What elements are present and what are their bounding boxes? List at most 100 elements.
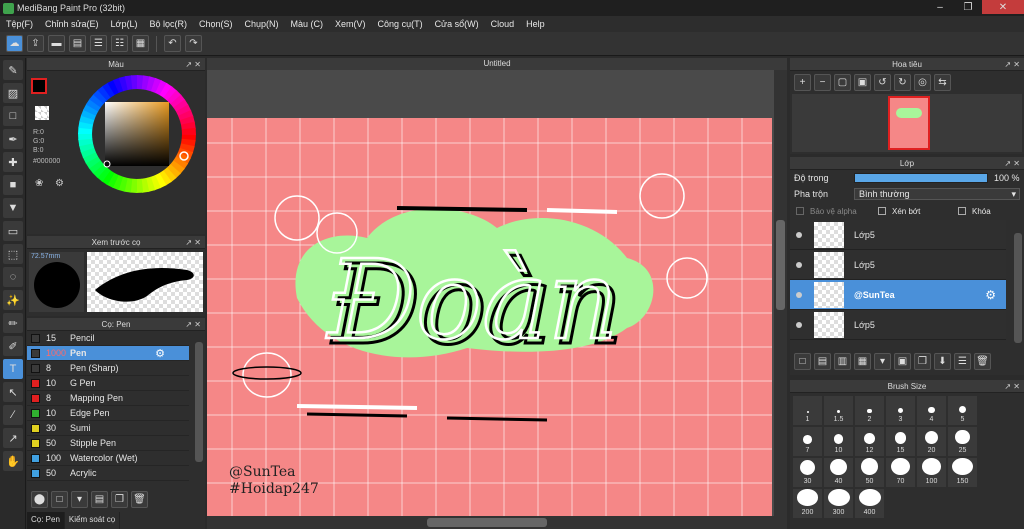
brush-size-cell[interactable]: 15 xyxy=(886,427,915,456)
layer-row[interactable]: Lớp5 xyxy=(790,220,1006,250)
document-icon[interactable]: ☰ xyxy=(90,35,107,52)
rotate-left-icon[interactable]: ↺ xyxy=(874,74,891,91)
brush-size-cell[interactable]: 300 xyxy=(824,489,853,518)
layer-row[interactable]: Lớp5 xyxy=(790,250,1006,280)
brush-item[interactable]: 100 Watercolor (Wet) xyxy=(27,451,189,466)
panel-controls-icon[interactable]: ↗ ✕ xyxy=(1004,157,1020,170)
add-brush-icon[interactable]: ⬤ xyxy=(31,490,48,508)
text-tool-icon[interactable]: T xyxy=(3,359,23,379)
brush-item[interactable]: 30 Sumi xyxy=(27,421,189,436)
brush-item[interactable]: 10 G Pen xyxy=(27,376,189,391)
rotate-right-icon[interactable]: ↻ xyxy=(894,74,911,91)
brush-size-cell[interactable]: 40 xyxy=(824,458,853,487)
move-tool-icon[interactable]: ✚ xyxy=(3,152,23,172)
brush-item[interactable]: 8 Mapping Pen xyxy=(27,391,189,406)
new-1bit-layer-icon[interactable]: ▦ xyxy=(854,353,871,370)
undo-icon[interactable]: ↶ xyxy=(164,35,181,52)
panel-controls-icon[interactable]: ↗ ✕ xyxy=(185,236,201,249)
eye-icon[interactable] xyxy=(796,291,802,298)
menu-cloud[interactable]: Cloud xyxy=(485,19,521,29)
layer-list-scrollbar[interactable] xyxy=(1014,233,1022,343)
panel-controls-icon[interactable]: ↗ ✕ xyxy=(1004,58,1020,71)
brush-size-cell[interactable]: 25 xyxy=(948,427,977,456)
zoom-in-icon[interactable]: + xyxy=(794,74,811,91)
brush-size-cell[interactable]: 150 xyxy=(948,458,977,487)
menu-edit[interactable]: Chỉnh sửa(E) xyxy=(39,19,105,29)
new-halftone-layer-icon[interactable]: ▤ xyxy=(814,353,831,370)
document-tab[interactable]: Untitled xyxy=(207,58,787,70)
layer-row[interactable]: @SunTea ⚙ xyxy=(790,280,1006,310)
fit-icon[interactable]: ▢ xyxy=(834,74,851,91)
gear-icon[interactable]: ⚙ xyxy=(155,347,165,360)
brush-size-cell[interactable]: 1.5 xyxy=(824,396,853,425)
brush-size-cell[interactable]: 7 xyxy=(793,427,822,456)
color-wheel[interactable] xyxy=(77,74,197,194)
horizontal-scroll-thumb[interactable] xyxy=(427,518,547,527)
new-brush-icon[interactable]: □ xyxy=(51,490,68,508)
protect-alpha-checkbox[interactable] xyxy=(796,207,804,215)
eraser-tool-icon[interactable]: ▨ xyxy=(3,83,23,103)
minimize-button[interactable]: – xyxy=(926,0,954,14)
brush-item[interactable]: 8 Pen (Sharp) xyxy=(27,361,189,376)
menu-view[interactable]: Xem(V) xyxy=(329,19,372,29)
pen-tool-icon[interactable]: ✒ xyxy=(3,129,23,149)
reset-rotate-icon[interactable]: ◎ xyxy=(914,74,931,91)
menu-filter[interactable]: Bộ lọc(R) xyxy=(143,19,193,29)
bucket-tool-icon[interactable]: ▼ xyxy=(3,198,23,218)
menu-select[interactable]: Chọn(S) xyxy=(193,19,239,29)
divide-tool-icon[interactable]: ∕ xyxy=(3,405,23,425)
zoom-out-icon[interactable]: − xyxy=(814,74,831,91)
brush-size-cell[interactable]: 2 xyxy=(855,396,884,425)
brush-item[interactable]: 1000 Pen ⚙ xyxy=(27,346,189,361)
menu-help[interactable]: Help xyxy=(520,19,551,29)
tab-brush[interactable]: Cọ: Pen xyxy=(27,512,65,529)
brush-tool-icon[interactable]: ✎ xyxy=(3,60,23,80)
gear-icon[interactable]: ⚙ xyxy=(985,288,996,302)
brush-size-cell[interactable]: 200 xyxy=(793,489,822,518)
layer-row[interactable]: Lớp5 xyxy=(790,310,1006,340)
lock-checkbox[interactable] xyxy=(958,207,966,215)
brush-size-cell[interactable]: 5 xyxy=(948,396,977,425)
delete-brush-icon[interactable]: 🗑 xyxy=(131,490,148,508)
brush-size-cell[interactable]: 4 xyxy=(917,396,946,425)
maximize-button[interactable]: ❐ xyxy=(954,0,982,14)
brush-size-cell[interactable]: 20 xyxy=(917,427,946,456)
comment-icon[interactable]: ▬ xyxy=(48,35,65,52)
layer-settings-icon[interactable]: ☰ xyxy=(954,353,971,370)
brush-size-cell[interactable]: 400 xyxy=(855,489,884,518)
color-settings-icon[interactable]: ⚙ xyxy=(55,178,64,189)
lasso-tool-icon[interactable]: ◌ xyxy=(3,267,23,287)
menu-file[interactable]: Tệp(F) xyxy=(0,19,39,29)
panel-controls-icon[interactable]: ↗ ✕ xyxy=(185,58,201,71)
brush-list-scrollbar[interactable] xyxy=(195,342,203,462)
eyedropper-tool-icon[interactable]: ↗ xyxy=(3,428,23,448)
merge-layer-icon[interactable]: ⬇ xyxy=(934,353,951,370)
eye-icon[interactable] xyxy=(796,261,802,268)
cloud-icon[interactable]: ☁ xyxy=(6,35,23,52)
delete-layer-icon[interactable]: 🗑 xyxy=(974,353,991,370)
panel-controls-icon[interactable]: ↗ ✕ xyxy=(1004,380,1020,393)
brush-size-cell[interactable]: 100 xyxy=(917,458,946,487)
select-eraser-tool-icon[interactable]: ✐ xyxy=(3,336,23,356)
hand-tool-icon[interactable]: ✋ xyxy=(3,451,23,471)
grid-icon[interactable]: ▦ xyxy=(132,35,149,52)
list-icon[interactable]: ☷ xyxy=(111,35,128,52)
duplicate-layer-icon[interactable]: ❐ xyxy=(914,353,931,370)
brush-size-cell[interactable]: 12 xyxy=(855,427,884,456)
tab-brush-control[interactable]: Kiểm soát cọ xyxy=(64,512,121,529)
fill-rect-tool-icon[interactable]: ■ xyxy=(3,175,23,195)
new-8bit-layer-icon[interactable]: ▥ xyxy=(834,353,851,370)
vertical-scrollbar[interactable] xyxy=(774,70,787,529)
redo-icon[interactable]: ↷ xyxy=(185,35,202,52)
blend-mode-select[interactable]: Bình thường ▾ xyxy=(854,188,1020,200)
brush-size-cell[interactable]: 70 xyxy=(886,458,915,487)
gradient-tool-icon[interactable]: ▭ xyxy=(3,221,23,241)
operation-tool-icon[interactable]: ↖ xyxy=(3,382,23,402)
menu-layer[interactable]: Lớp(L) xyxy=(105,19,144,29)
duplicate-brush-icon[interactable]: ❐ xyxy=(111,490,128,508)
select-pen-tool-icon[interactable]: ✏ xyxy=(3,313,23,333)
brush-menu-icon[interactable]: ▾ xyxy=(71,490,88,508)
brush-size-cell[interactable]: 1 xyxy=(793,396,822,425)
brush-size-cell[interactable]: 3 xyxy=(886,396,915,425)
brush-size-cell[interactable]: 30 xyxy=(793,458,822,487)
